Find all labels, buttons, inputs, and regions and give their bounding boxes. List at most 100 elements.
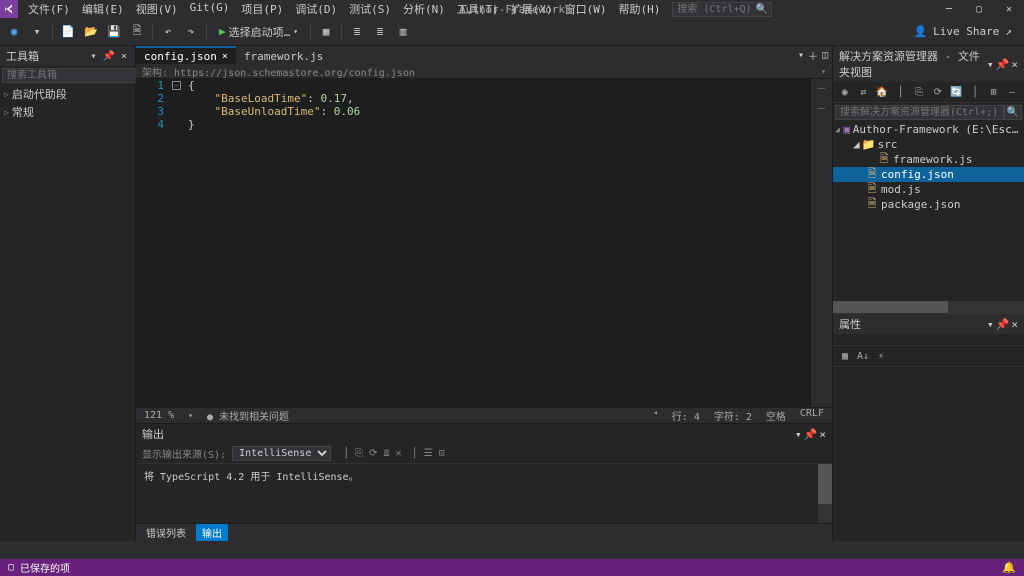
open-button[interactable]: 📂 [81,22,101,42]
menu-analyze[interactable]: 分析(N) [397,0,451,19]
sol-home-icon[interactable]: 🏠 [874,84,890,100]
tb-icon-4[interactable]: ▥ [393,22,413,42]
sol-node[interactable]: ◢📁src [833,137,1024,152]
new-button[interactable]: 📄 [58,22,78,42]
menu-window[interactable]: 窗口(W) [559,0,613,19]
toolbox-item[interactable]: ▷常规 [0,103,135,121]
chevron-down-icon: ▾ [293,27,298,36]
menu-debug[interactable]: 调试(D) [289,0,343,19]
sol-tb-icon[interactable]: ◉ [837,84,853,100]
tab-dropdown-icon[interactable]: ▾ [798,50,804,61]
out-tool-icon[interactable]: ⟳ [369,448,377,459]
prop-cat-icon[interactable]: ▦ [837,348,853,364]
tab-close-icon[interactable]: × [222,51,228,62]
props-close-icon[interactable]: × [1011,318,1018,331]
overview-marker-icon: — [818,81,825,95]
share-icon[interactable]: ↗ [1005,25,1012,38]
prop-events-icon[interactable]: ⚡ [873,348,889,364]
notification-bell-icon[interactable]: 🔔 [1002,561,1016,574]
issues-indicator[interactable]: ● 未找到相关问题 [207,408,289,423]
toolbox-header: 工具箱 ▾ 📌 × [0,46,135,66]
sol-tb-icon[interactable]: ⟳ [930,84,946,100]
out-tool-icon[interactable]: ≣ [384,448,390,459]
menu-test[interactable]: 测试(S) [343,0,397,19]
tab-framework-js[interactable]: framework.js [236,46,331,64]
main-toolbar: ◉ ▾ 📄 📂 💾 🗎 ↶ ↷ ▶ 选择启动项… ▾ ▦ ≣ ≣ ▥ 👤 Liv… [0,18,1024,46]
menu-edit[interactable]: 编辑(E) [76,0,130,19]
tab-error-list[interactable]: 错误列表 [140,524,192,541]
maximize-button[interactable]: ▢ [964,0,994,18]
startup-config-dropdown[interactable]: ▶ 选择启动项… ▾ [212,21,305,43]
toolbox-search-input[interactable] [2,68,140,83]
redo-button[interactable]: ↷ [181,22,201,42]
sol-search-button[interactable]: 🔍 [1004,105,1022,120]
toolbox-item[interactable]: ▷启动代助段 [0,85,135,103]
menu-git[interactable]: Git(G) [184,0,236,19]
sol-tb-icon[interactable]: ⊞ [986,84,1002,100]
line-indicator[interactable]: 行: 4 [672,408,700,423]
menu-file[interactable]: 文件(F) [22,0,76,19]
saveall-button[interactable]: 🗎 [127,22,147,42]
undo-button[interactable]: ↶ [158,22,178,42]
close-button[interactable]: ✕ [994,0,1024,18]
quick-search[interactable]: 🔍 [672,2,772,17]
sol-tb-icon[interactable]: ⎘ [911,84,927,100]
pin-icon[interactable]: ▾ [795,428,802,441]
sol-unpin-icon[interactable]: 📌 [996,58,1010,71]
out-tool-icon[interactable]: ✕ [396,448,402,459]
sol-node[interactable]: 🗎package.json [833,197,1024,212]
menu-project[interactable]: 项目(P) [235,0,289,19]
minimize-button[interactable]: ─ [934,0,964,18]
sol-tb-icon[interactable]: ⇄ [856,84,872,100]
tab-split-icon[interactable]: ◫ [822,50,828,61]
output-close-icon[interactable]: × [819,428,826,441]
output-scroll[interactable] [818,464,832,523]
sol-search-input[interactable] [835,105,1004,120]
tab-output[interactable]: 输出 [196,524,228,541]
sol-hscroll[interactable] [833,301,1024,313]
menu-view[interactable]: 视图(V) [130,0,184,19]
code-editor[interactable]: 1234 − { "BaseLoadTime": 0.17, "BaseUnlo… [136,79,832,407]
properties-panel: 属性 ▾ 📌 × ▦ A↓ ⚡ [832,313,1024,541]
save-button[interactable]: 💾 [104,22,124,42]
status-bar: ▢ 已保存的项 🔔 [0,559,1024,576]
prop-sort-icon[interactable]: A↓ [855,348,871,364]
eol-indicator[interactable]: CRLF [800,408,824,423]
sol-pin-icon[interactable]: ▾ [987,58,994,71]
sol-tb-icon[interactable]: — [1004,84,1020,100]
back-button[interactable]: ◉ [4,22,24,42]
output-source-dropdown[interactable]: IntelliSense [232,446,331,461]
out-tool-icon[interactable]: ⊡ [439,448,445,459]
tab-plus-icon[interactable]: ＋ [808,48,818,63]
pin-icon[interactable]: ▾ [88,51,98,62]
schema-bar[interactable]: 架构: https://json.schemastore.org/config.… [136,64,832,79]
out-tool-icon[interactable]: ⎘ [355,448,363,459]
props-pin-icon[interactable]: ▾ [987,318,994,331]
sol-close-icon[interactable]: × [1011,58,1018,71]
toolbox-item-label: 启动代助段 [12,86,67,102]
indent-indicator[interactable]: 空格 [766,408,786,423]
startup-config-label: 选择启动项… [229,24,291,40]
close-panel-icon[interactable]: × [119,51,129,62]
tab-config-json[interactable]: config.json × [136,46,236,64]
tb-icon-3[interactable]: ≣ [370,22,390,42]
menu-help[interactable]: 帮助(H) [613,0,667,19]
out-tool-icon[interactable]: ☰ [424,448,433,459]
zoom-level[interactable]: 121 % [144,410,174,421]
sol-refresh-icon[interactable]: 🔄 [949,84,965,100]
pin-icon2[interactable]: 📌 [804,428,818,441]
char-indicator[interactable]: 字符: 2 [714,408,752,423]
tb-icon-2[interactable]: ≣ [347,22,367,42]
props-pin2-icon[interactable]: 📌 [996,318,1010,331]
sol-node[interactable]: 🗎framework.js [833,152,1024,167]
fold-icon[interactable]: − [172,81,181,90]
tb-icon-1[interactable]: ▦ [316,22,336,42]
sol-node[interactable]: 🗎config.json [833,167,1024,182]
live-share-label[interactable]: Live Share [933,25,999,38]
toolbox-title: 工具箱 [6,48,39,64]
sol-node[interactable]: 🗎mod.js [833,182,1024,197]
unpin-icon[interactable]: 📌 [101,51,117,62]
live-share-icon[interactable]: 👤 [913,25,927,38]
sol-root[interactable]: ◢▣Author-Framework (E:\EscapeFromTarkov\… [833,122,1024,137]
fwd-button[interactable]: ▾ [27,22,47,42]
